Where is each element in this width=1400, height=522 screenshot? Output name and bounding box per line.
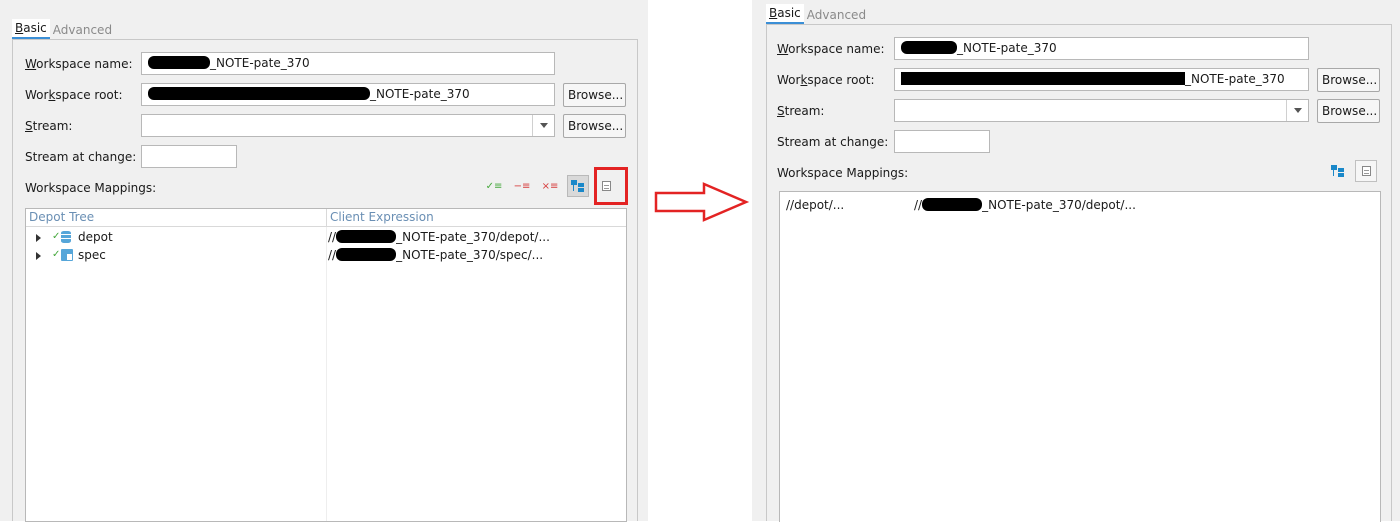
delete-mapping-icon[interactable]: ×≡ <box>539 175 561 197</box>
workspace-name-label: Workspace name: <box>25 57 133 71</box>
mapped-check-icon: ✓ <box>52 231 61 242</box>
stream-at-change-label: Stream at change: <box>25 150 137 164</box>
stream-at-change-field[interactable] <box>141 145 237 168</box>
redacted-mark <box>148 87 370 100</box>
tree-view-icon[interactable] <box>1327 160 1349 182</box>
depot-icon <box>61 231 71 243</box>
tree-header: Depot Tree Client Expression <box>26 209 626 227</box>
workspace-root-label: Workspace root: <box>25 88 123 102</box>
tab-advanced[interactable]: Advanced <box>50 21 115 39</box>
redacted-mark <box>336 230 397 243</box>
browse-root-button[interactable]: Browse... <box>563 83 626 107</box>
workspace-mappings-label: Workspace Mappings: <box>25 181 157 195</box>
redacted-mark <box>148 56 210 69</box>
spec-depot-icon <box>61 249 73 261</box>
transition-arrow <box>654 182 750 222</box>
tab-bar: Basic Advanced <box>766 2 869 24</box>
stream-label: Stream: <box>777 104 825 118</box>
workspace-name-label: Workspace name: <box>777 42 885 56</box>
basic-tab-content: Workspace name: _NOTE-pate_370 Workspace… <box>766 24 1392 522</box>
tree-view-icon[interactable] <box>567 175 589 197</box>
highlight-box <box>594 167 628 205</box>
exclude-mapping-icon[interactable]: −≡ <box>511 175 533 197</box>
tab-basic[interactable]: Basic <box>12 19 50 39</box>
tree-row[interactable]: ✓ spec //_NOTE-pate_370/spec/... <box>26 246 626 264</box>
mappings-tree[interactable]: Depot Tree Client Expression ✓ depot //_… <box>25 208 627 522</box>
workspace-name-field[interactable]: _NOTE-pate_370 <box>894 37 1309 60</box>
workspace-root-field[interactable]: _NOTE-pate_370 <box>894 68 1309 91</box>
chevron-down-icon[interactable] <box>532 115 554 136</box>
right-panel: Basic Advanced Workspace name: _NOTE-pat… <box>752 0 1400 522</box>
workspace-mappings-label: Workspace Mappings: <box>777 166 909 180</box>
mapping-line: //depot/... //_NOTE-pate_370/depot/... <box>786 198 1136 212</box>
add-mapping-icon[interactable]: ✓≡ <box>483 175 505 197</box>
redacted-mark <box>901 41 957 54</box>
expand-arrow-icon[interactable] <box>36 234 41 242</box>
mapped-check-icon: ✓ <box>52 249 61 260</box>
browse-stream-button[interactable]: Browse... <box>1317 99 1380 123</box>
mappings-toolbar <box>1327 160 1377 182</box>
tab-advanced[interactable]: Advanced <box>804 6 869 24</box>
stream-label: Stream: <box>25 119 73 133</box>
tree-row[interactable]: ✓ depot //_NOTE-pate_370/depot/... <box>26 228 626 246</box>
mappings-text-view[interactable]: //depot/... //_NOTE-pate_370/depot/... <box>779 191 1381 522</box>
workspace-name-field[interactable]: _NOTE-pate_370 <box>141 52 555 75</box>
stream-at-change-label: Stream at change: <box>777 135 889 149</box>
browse-stream-button[interactable]: Browse... <box>563 114 626 138</box>
text-view-icon[interactable] <box>1355 160 1377 182</box>
expand-arrow-icon[interactable] <box>36 252 41 260</box>
redacted-mark <box>336 248 397 261</box>
client-expression-column-header[interactable]: Client Expression <box>330 209 434 226</box>
redacted-mark <box>901 72 1185 85</box>
browse-root-button[interactable]: Browse... <box>1317 68 1380 92</box>
tab-basic[interactable]: Basic <box>766 4 804 24</box>
chevron-down-icon[interactable] <box>1286 100 1308 121</box>
workspace-root-field[interactable]: _NOTE-pate_370 <box>141 83 555 106</box>
workspace-root-label: Workspace root: <box>777 73 875 87</box>
basic-tab-content: Workspace name: _NOTE-pate_370 Workspace… <box>12 39 638 522</box>
stream-combo[interactable] <box>894 99 1309 122</box>
tab-bar: Basic Advanced <box>12 17 115 39</box>
stream-at-change-field[interactable] <box>894 130 990 153</box>
left-panel: Basic Advanced Workspace name: _NOTE-pat… <box>0 0 648 522</box>
depot-tree-column-header[interactable]: Depot Tree <box>29 209 94 226</box>
redacted-mark <box>922 198 983 211</box>
stream-combo[interactable] <box>141 114 555 137</box>
